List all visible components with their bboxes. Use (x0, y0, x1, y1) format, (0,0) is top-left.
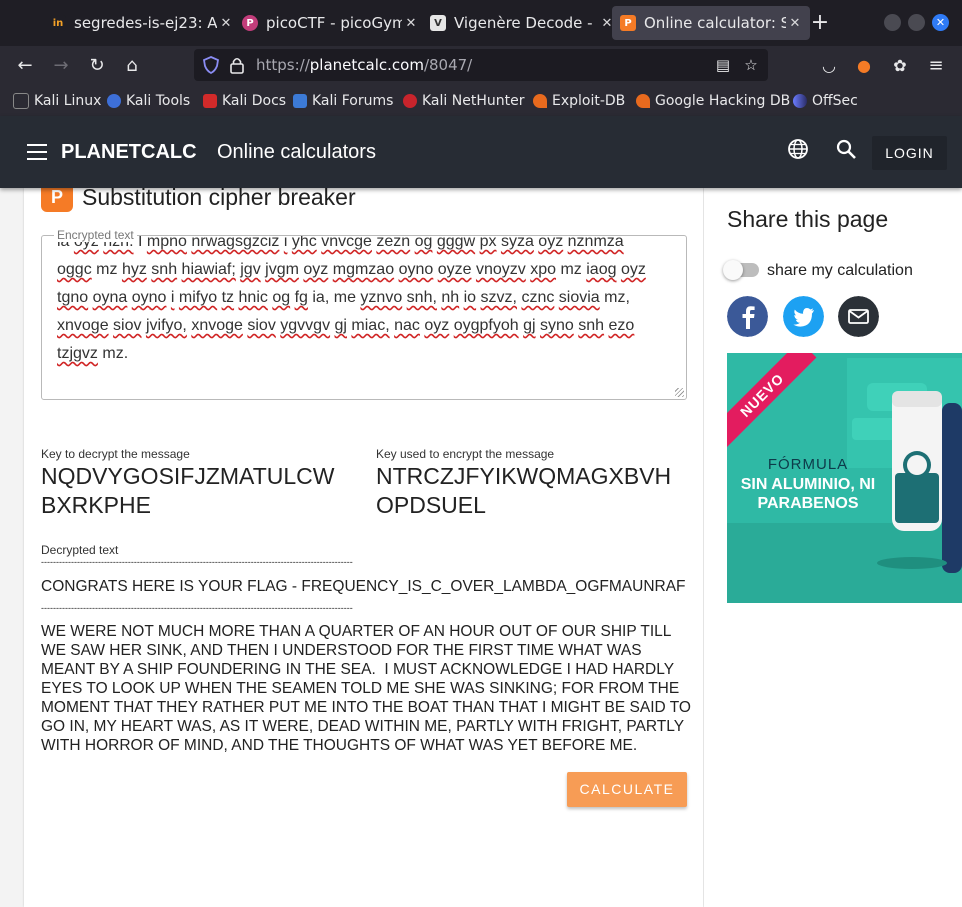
encrypted-text-line: xnvoge siov jvifyo, xnvoge siov ygvvgv g… (57, 317, 635, 334)
tab-favicon-icon: P (242, 15, 258, 31)
ad-tagline: SIN ALUMINIO, NI PARABENOS (740, 476, 876, 512)
separator-line: ----------------------------------------… (41, 558, 353, 567)
language-globe-icon[interactable] (787, 138, 809, 160)
address-bar[interactable]: https://planetcalc.com/8047/ ▤ ☆ (194, 49, 768, 81)
browser-tab[interactable]: in segredes-is-ej23: Ac ✕ (40, 6, 241, 40)
tab-favicon-icon: in (50, 15, 66, 31)
reload-icon[interactable]: ↻ (83, 52, 111, 80)
exploit-db-icon (533, 94, 547, 108)
encrypted-text-line: ia oyz nzn. I mpno nrwagsgzciz i yhc vnv… (57, 235, 624, 250)
hamburger-menu-icon[interactable] (27, 144, 47, 160)
forward-arrow-icon[interactable]: → (47, 52, 75, 80)
encrypted-text-line: oggc mz hyz snh hiawiaf; jgv jvgm oyz mg… (57, 261, 646, 278)
bookmark-item[interactable]: Kali Forums (293, 92, 393, 110)
decrypted-text-label: Decrypted text (41, 543, 119, 557)
tab-title: picoCTF - picoGym C (266, 14, 402, 32)
login-button[interactable]: LOGIN (872, 136, 947, 170)
flag-line: CONGRATS HERE IS YOUR FLAG - FREQUENCY_I… (41, 578, 686, 595)
encrypted-text-line: tzjgvz mz. (57, 345, 129, 362)
kali-nethunter-icon (403, 94, 417, 108)
kali-forums-icon (293, 94, 307, 108)
encrypted-text-line: tgno oyna oyno i mifyo tz hnic og fg ia,… (57, 289, 630, 306)
share-calculation-label[interactable]: share my calculation (767, 262, 913, 280)
tab-favicon-icon: P (620, 15, 636, 31)
tab-title: Online calculator: Su (644, 14, 786, 32)
new-tab-icon[interactable]: + (808, 10, 832, 36)
bookmarks-bar: Kali Linux Kali Tools Kali Docs Kali For… (0, 86, 962, 116)
minimize-window-icon[interactable] (884, 14, 901, 31)
bookmark-item[interactable]: OffSec (793, 92, 858, 110)
url-text: https://planetcalc.com/8047/ (256, 56, 473, 74)
site-header: PLANETCALC Online calculators LOGIN (0, 116, 962, 188)
site-brand[interactable]: PLANETCALC (61, 141, 197, 164)
back-arrow-icon[interactable]: ← (11, 52, 39, 80)
close-tab-icon[interactable]: ✕ (786, 16, 804, 31)
browser-tab-active[interactable]: P Online calculator: Su ✕ (612, 6, 810, 40)
lock-icon[interactable] (226, 54, 248, 76)
calculator-card: P Substitution cipher breaker Encrypted … (24, 182, 703, 907)
separator-line: ----------------------------------------… (41, 604, 353, 613)
kali-tools-icon (107, 94, 121, 108)
decrypted-story: WE WERE NOT MUCH MORE THAN A QUARTER OF … (41, 623, 696, 754)
encrypted-text-content[interactable]: ia oyz nzn. I mpno nrwagsgzciz i yhc vnv… (57, 235, 677, 368)
encrypt-key-label: Key used to encrypt the message (376, 447, 555, 461)
bookmark-item[interactable]: Kali Tools (107, 92, 190, 110)
cookie-icon[interactable]: ✿ (886, 52, 914, 80)
close-tab-icon[interactable]: ✕ (402, 16, 420, 31)
offsec-icon (793, 94, 807, 108)
twitter-icon[interactable] (783, 296, 824, 337)
share-sidebar: Share this page share my calculation NUE… (704, 188, 962, 907)
kali-icon (13, 93, 29, 109)
decrypted-text-output: ----------------------------------------… (41, 558, 691, 755)
reader-view-icon[interactable]: ▤ (712, 54, 734, 76)
browser-tab[interactable]: V Vigenère Decode - C ✕ (420, 6, 622, 40)
bookmark-item[interactable]: Kali Docs (203, 92, 286, 110)
decrypt-key-value: NQDVYGOSIFJZMATULCWBXRKPHE (41, 463, 335, 518)
tab-title: Vigenère Decode - C (454, 14, 598, 32)
tab-favicon-icon: V (430, 15, 446, 31)
page-content: P Substitution cipher breaker Encrypted … (0, 182, 962, 907)
bookmark-item[interactable]: Exploit-DB (533, 92, 625, 110)
browser-tab-bar: in segredes-is-ej23: Ac ✕ P picoCTF - pi… (0, 0, 962, 46)
pocket-icon[interactable]: ◡ (815, 52, 843, 80)
home-icon[interactable]: ⌂ (118, 52, 146, 80)
encrypted-text-area[interactable]: ia oyz nzn. I mpno nrwagsgzciz i yhc vnv… (41, 235, 687, 400)
google-hacking-db-icon (636, 94, 650, 108)
share-title: Share this page (727, 206, 889, 232)
ad-headline: FÓRMULA (767, 456, 849, 473)
calculate-button[interactable]: CALCULATE (567, 772, 687, 807)
email-icon[interactable] (838, 296, 879, 337)
menu-icon[interactable]: ≡ (922, 52, 950, 80)
browser-tab[interactable]: P picoCTF - picoGym C ✕ (232, 6, 426, 40)
encrypt-key-value: NTRCZJFYIKWQMAGXBVHOPDSUEL (376, 463, 672, 518)
resize-grip-icon[interactable] (675, 388, 684, 397)
facebook-icon[interactable] (727, 296, 768, 337)
share-calculation-toggle[interactable] (723, 260, 759, 280)
maximize-window-icon[interactable] (908, 14, 925, 31)
bookmark-item[interactable]: Kali NetHunter (403, 92, 524, 110)
toggle-knob[interactable] (723, 260, 743, 280)
decrypt-key-label: Key to decrypt the message (41, 447, 190, 461)
advertisement[interactable]: NUEVO FÓRMULA SIN ALUMINIO, NI PARABENOS (727, 353, 962, 603)
nav-online-calculators[interactable]: Online calculators (217, 141, 376, 164)
bookmark-item[interactable]: Kali Linux (13, 92, 101, 110)
encrypted-text-label: Encrypted text (54, 228, 137, 242)
kali-docs-icon (203, 94, 217, 108)
browser-nav-bar: ← → ↻ ⌂ https://planetcalc.com/8047/ ▤ ☆… (0, 46, 962, 86)
bookmark-item[interactable]: Google Hacking DB (636, 92, 790, 110)
shield-icon[interactable] (200, 54, 222, 76)
search-icon[interactable] (835, 138, 857, 160)
bookmark-star-icon[interactable]: ☆ (740, 54, 762, 76)
close-window-icon[interactable]: ✕ (932, 14, 949, 31)
tab-title: segredes-is-ej23: Ac (74, 14, 217, 32)
extension-fox-icon[interactable]: ● (850, 52, 878, 80)
